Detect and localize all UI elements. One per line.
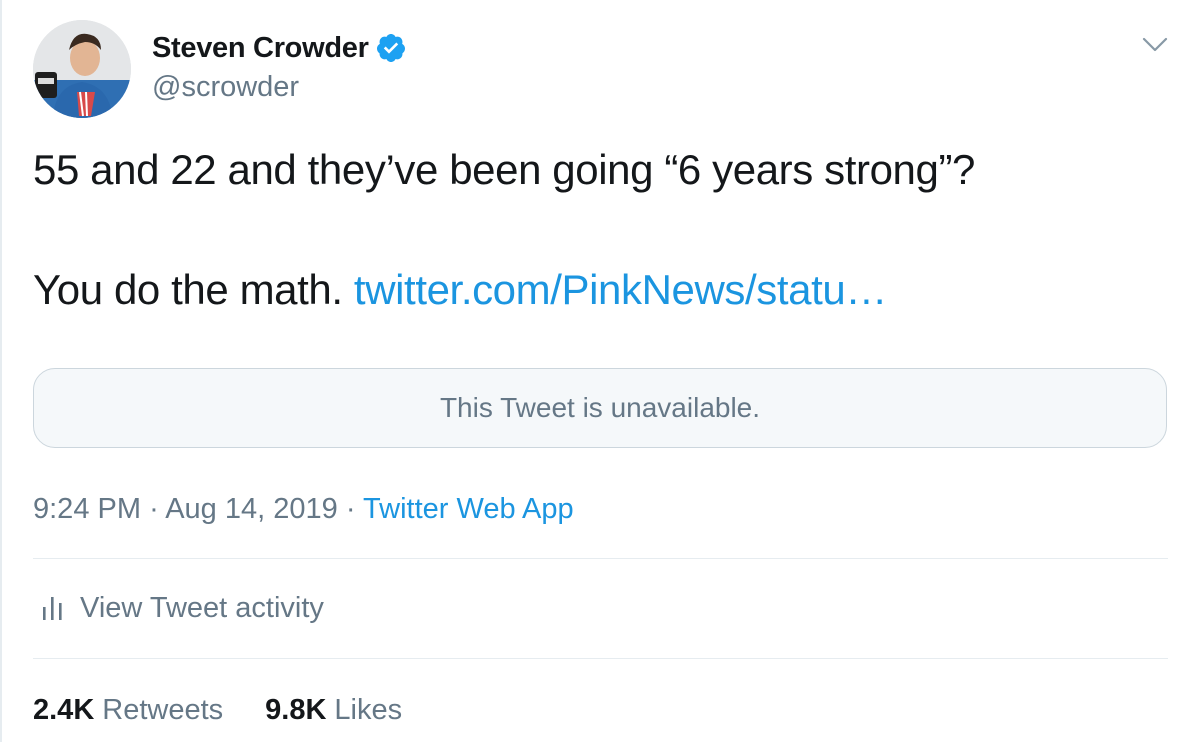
tweet-metadata: 9:24 PM · Aug 14, 2019 · Twitter Web App (33, 490, 574, 528)
divider (33, 558, 1168, 559)
view-tweet-activity-label: View Tweet activity (80, 592, 324, 624)
tweet-date[interactable]: Aug 14, 2019 (165, 493, 338, 525)
tweet-line-2-text: You do the math. (33, 266, 343, 313)
tweet-time[interactable]: 9:24 PM (33, 493, 141, 525)
left-border (0, 0, 2, 742)
meta-separator: · (149, 493, 159, 525)
quoted-tweet-unavailable: This Tweet is unavailable. (33, 368, 1167, 448)
likes-count: 9.8K (265, 694, 327, 726)
retweets-label: Retweets (102, 694, 224, 726)
likes-stat[interactable]: 9.8K Likes (265, 690, 402, 730)
avatar[interactable] (33, 20, 131, 118)
tweet-line-2: You do the math. twitter.com/PinkNews/st… (33, 265, 1173, 315)
tweet-stats: 2.4K Retweets 9.8K Likes (33, 690, 402, 730)
retweets-stat[interactable]: 2.4K Retweets (33, 690, 223, 730)
divider (33, 658, 1168, 659)
tweet-source[interactable]: Twitter Web App (363, 493, 574, 525)
likes-label: Likes (334, 694, 403, 726)
verified-badge-icon (375, 32, 407, 64)
meta-separator: · (345, 493, 356, 525)
bar-chart-icon (40, 593, 66, 623)
avatar-image (33, 20, 131, 118)
tweet-line-1: 55 and 22 and they’ve been going “6 year… (33, 146, 976, 193)
author-name-row[interactable]: Steven Crowder (152, 31, 407, 65)
chevron-down-icon[interactable] (1140, 32, 1170, 58)
author-handle[interactable]: @scrowder (152, 70, 299, 104)
view-tweet-activity-button[interactable]: View Tweet activity (40, 588, 324, 628)
retweets-count: 2.4K (33, 694, 95, 726)
quoted-tweet-message: This Tweet is unavailable. (439, 392, 761, 423)
tweet-text: 55 and 22 and they’ve been going “6 year… (33, 145, 1173, 315)
tweet-link[interactable]: twitter.com/PinkNews/statu… (354, 266, 887, 313)
author-name[interactable]: Steven Crowder (152, 31, 369, 65)
